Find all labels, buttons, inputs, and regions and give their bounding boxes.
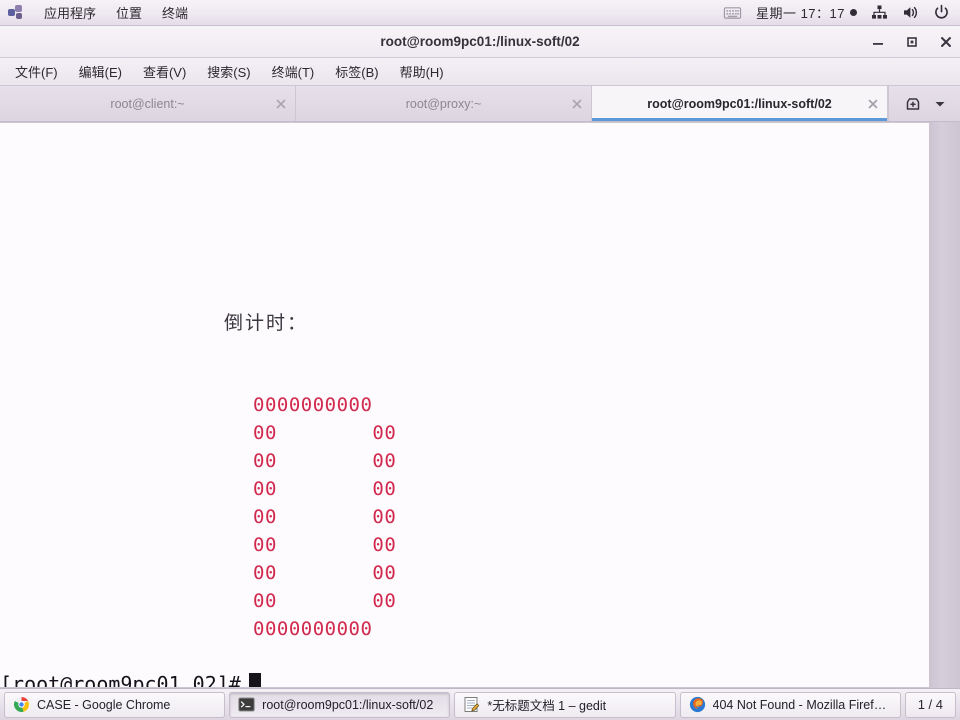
menu-bar: 文件(F) 编辑(E) 查看(V) 搜索(S) 终端(T) 标签(B) 帮助(H… [0,58,960,86]
chrome-icon [14,697,29,712]
terminal-screen[interactable]: 倒计时： 0000000000 00 00 00 00 00 00 00 00 … [0,123,929,687]
tab-client[interactable]: root@client:~ [0,86,296,121]
taskbar-item-chrome[interactable]: CASE - Google Chrome [4,691,226,718]
taskbar-item-label: CASE - Google Chrome [37,697,171,712]
gedit-icon [464,697,480,712]
taskbar-item-terminal[interactable]: root@room9pc01:/linux-soft/02 [229,691,451,718]
terminal-body: 倒计时： 0000000000 00 00 00 00 00 00 00 00 … [0,122,960,688]
ascii-art-digit-zero: 0000000000 00 00 00 00 00 00 00 00 00 00… [253,394,397,640]
menu-file[interactable]: 文件(F) [6,59,67,84]
window-list-taskbar: CASE - Google Chrome root@room9pc01:/lin… [0,688,960,720]
terminal-scrollbar[interactable] [930,122,960,688]
taskbar-item-label: root@room9pc01:/linux-soft/02 [262,697,434,712]
tab-close-icon[interactable] [275,98,287,110]
countdown-heading: 倒计时： [224,312,309,334]
taskbar-item-gedit[interactable]: *无标题文档 1 – gedit [454,691,676,718]
menu-help[interactable]: 帮助(H) [391,59,453,84]
tab-label: root@proxy:~ [405,96,482,111]
network-icon[interactable] [871,4,888,21]
tab-close-icon[interactable] [571,98,583,110]
tab-actions [888,86,960,121]
power-icon[interactable] [933,4,950,21]
volume-icon[interactable] [902,4,919,21]
shell-prompt-line: [root@room9pc01 02]# [0,672,261,687]
menu-terminal[interactable]: 终端(T) [263,59,324,84]
keyboard-icon[interactable] [723,5,742,21]
clock-text: 星期一 17：17 [755,6,845,21]
new-tab-icon[interactable] [904,95,922,113]
maximize-button[interactable] [904,34,920,50]
text-cursor [248,673,261,687]
window-title-bar[interactable]: root@room9pc01:/linux-soft/02 [0,26,960,58]
menu-view[interactable]: 查看(V) [134,59,195,84]
panel-status-area: 星期一 17：17 [723,3,960,22]
panel-menu-applications[interactable]: 应用程序 [44,3,96,22]
notification-dot-icon [850,9,857,16]
tab-room9pc01[interactable]: root@room9pc01:/linux-soft/02 [592,86,888,121]
taskbar-item-label: 404 Not Found - Mozilla Firefo… [712,697,892,712]
taskbar-item-firefox[interactable]: 404 Not Found - Mozilla Firefo… [679,691,901,718]
window-title: root@room9pc01:/linux-soft/02 [380,34,580,49]
panel-menu-places[interactable]: 位置 [116,3,142,22]
tab-label: root@room9pc01:/linux-soft/02 [647,96,832,111]
firefox-icon [689,696,705,713]
panel-menu-group: 应用程序 位置 终端 [0,3,188,22]
close-button[interactable] [938,34,954,50]
menu-edit[interactable]: 编辑(E) [70,59,131,84]
menu-tabs[interactable]: 标签(B) [326,59,387,84]
minimize-button[interactable] [870,34,886,50]
menu-search[interactable]: 搜索(S) [198,59,259,84]
chevron-down-icon[interactable] [934,98,946,110]
workspace-indicator[interactable]: 1 / 4 [904,691,956,718]
terminal-icon [238,697,255,712]
taskbar-item-label: *无标题文档 1 – gedit [487,699,607,713]
panel-clock[interactable]: 星期一 17：17 [756,3,857,22]
tab-proxy[interactable]: root@proxy:~ [296,86,592,121]
tab-bar: root@client:~ root@proxy:~ root@room9pc0… [0,86,960,122]
tab-close-icon[interactable] [867,98,879,110]
prompt-text: [root@room9pc01 02]# [0,672,241,687]
panel-menu-terminal[interactable]: 终端 [162,3,188,22]
applications-icon [8,4,24,21]
window-controls [870,26,954,58]
gnome-top-panel: 应用程序 位置 终端 星期一 17：17 [0,0,960,26]
terminal-window: root@room9pc01:/linux-soft/02 文件(F) 编辑(E… [0,26,960,688]
tab-label: root@client:~ [110,96,185,111]
